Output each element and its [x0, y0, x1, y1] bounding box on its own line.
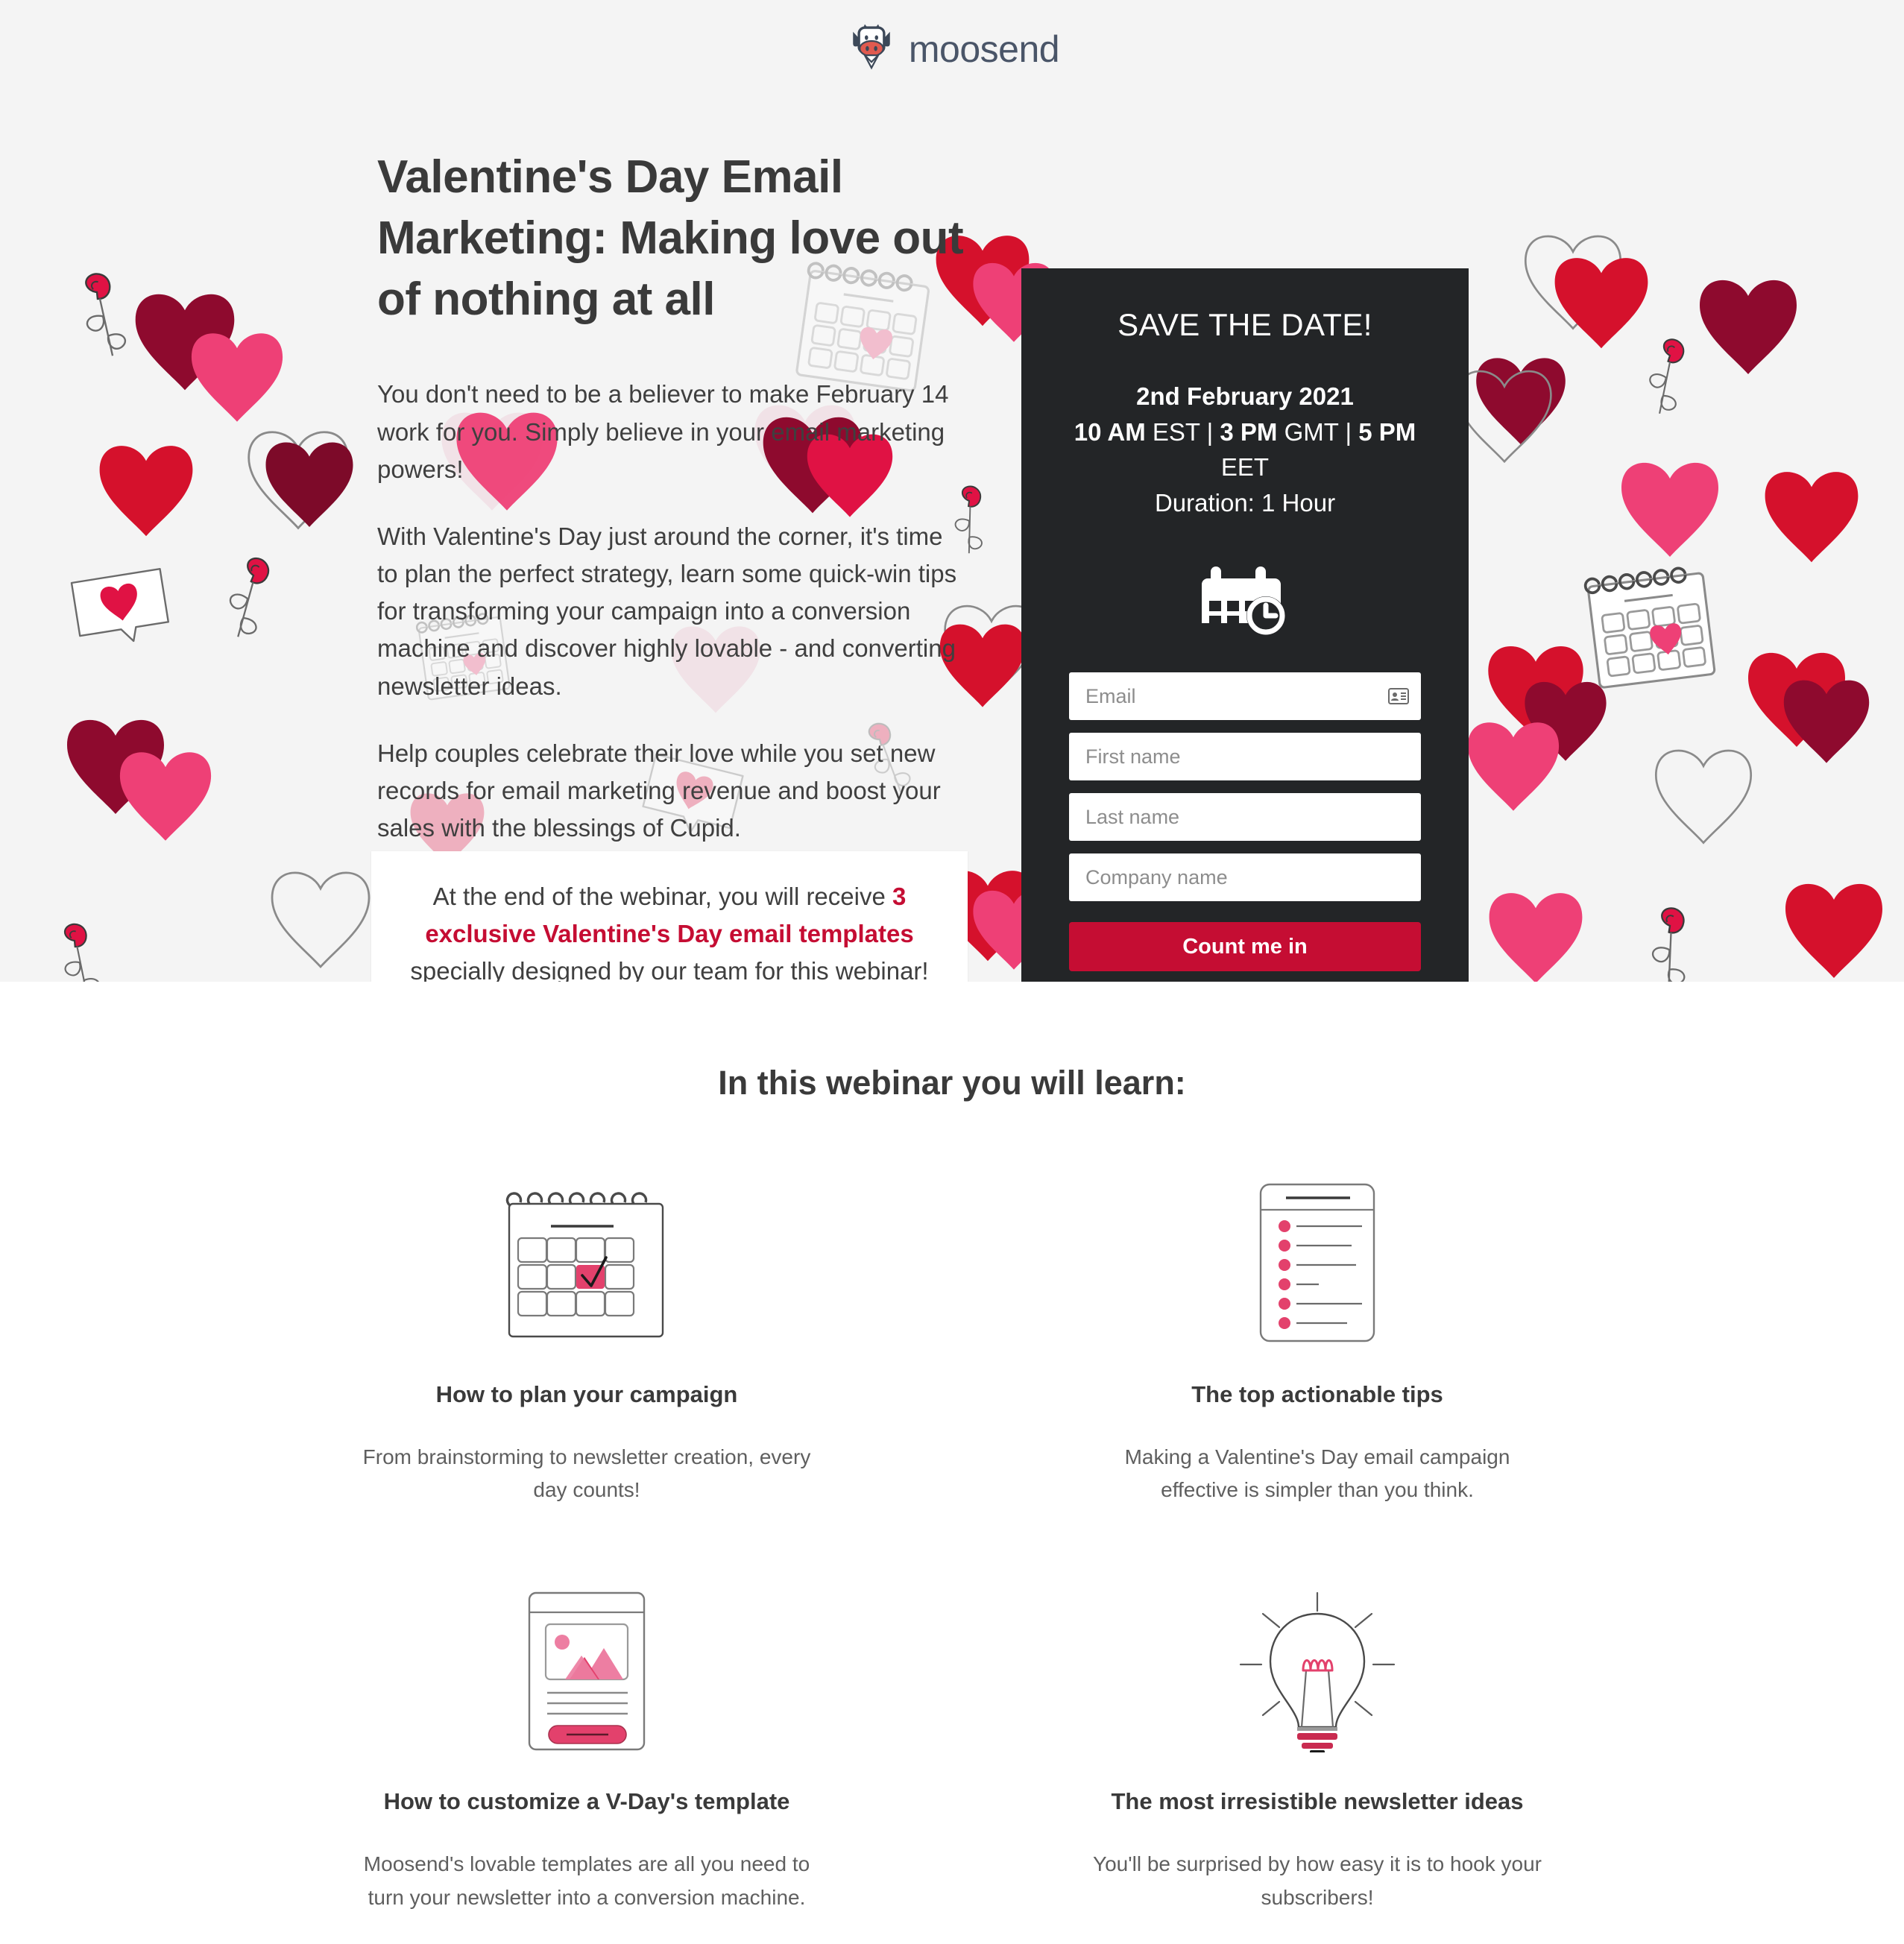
zone-gmt: GMT | — [1277, 417, 1359, 446]
page-title: Valentine's Day Email Marketing: Making … — [377, 151, 964, 325]
company-name-field[interactable] — [1069, 853, 1421, 902]
feature-card-actionable-tips: The top actionable tips Making a Valenti… — [952, 1129, 1683, 1536]
calendar-clock-icon — [1069, 552, 1421, 638]
last-name-field[interactable] — [1069, 793, 1421, 842]
checklist-icon — [1086, 1174, 1548, 1345]
feature-text: From brainstorming to newsletter creatio… — [362, 1445, 811, 1502]
feature-heading: The top actionable tips — [1191, 1381, 1443, 1407]
email-field-wrap[interactable] — [1069, 672, 1421, 721]
time-est: 10 AM — [1074, 417, 1146, 446]
registration-panel: SAVE THE DATE! 2nd February 2021 10 AM E… — [1021, 268, 1469, 982]
last-name-field-wrap[interactable] — [1069, 793, 1421, 842]
hero-copy: Valentine's Day Email Marketing: Making … — [377, 147, 966, 847]
webinar-learn-section: In this webinar you will learn: How to p… — [0, 982, 1904, 1944]
calendar-check-icon — [356, 1174, 818, 1345]
feature-card-plan-campaign: How to plan your campaign From brainstor… — [221, 1129, 952, 1536]
feature-text: Making a Valentine's Day email campaign … — [1124, 1445, 1510, 1502]
hero-paragraph-3: Help couples celebrate their love while … — [377, 739, 941, 842]
moosend-logo[interactable]: moosend — [845, 21, 1060, 78]
newsletter-template-icon — [356, 1581, 818, 1752]
feature-text: You'll be surprised by how easy it is to… — [1093, 1852, 1542, 1909]
hero-paragraph-1: You don't need to be a believer to make … — [377, 380, 949, 483]
time-eet: 5 PM — [1358, 417, 1416, 446]
feature-heading: How to customize a V-Day's template — [383, 1788, 790, 1815]
callout-lead: At the end of the webinar, you will rece… — [432, 883, 892, 910]
count-me-in-button[interactable]: Count me in — [1069, 922, 1421, 972]
feature-heading: The most irresistible newsletter ideas — [1111, 1788, 1524, 1815]
feature-text: Moosend's lovable templates are all you … — [363, 1852, 810, 1909]
lightbulb-icon — [1086, 1581, 1548, 1753]
callout-tail: specially designed by our team for this … — [410, 957, 929, 982]
zone-eet: EET — [1220, 453, 1270, 482]
bonus-callout: At the end of the webinar, you will rece… — [371, 851, 968, 982]
registration-form: Count me in — [1069, 672, 1421, 972]
feature-heading: How to plan your campaign — [435, 1381, 738, 1407]
webinar-times: 10 AM EST | 3 PM GMT | 5 PM EET — [1069, 414, 1421, 485]
time-gmt: 3 PM — [1220, 417, 1278, 446]
feature-card-customize-template: How to customize a V-Day's template Moos… — [221, 1536, 952, 1943]
webinar-duration: Duration: 1 Hour — [1154, 488, 1336, 517]
contact-card-icon[interactable] — [1388, 688, 1409, 705]
webinar-date: 2nd February 2021 — [1136, 382, 1354, 410]
company-name-field-wrap[interactable] — [1069, 853, 1421, 902]
section-heading: In this webinar you will learn: — [718, 1064, 1186, 1102]
feature-card-grid: How to plan your campaign From brainstor… — [221, 1102, 1683, 1944]
first-name-field-wrap[interactable] — [1069, 733, 1421, 781]
first-name-field[interactable] — [1069, 733, 1421, 781]
site-header: moosend — [0, 0, 1904, 98]
email-field[interactable] — [1069, 672, 1421, 721]
hero-section: Valentine's Day Email Marketing: Making … — [0, 98, 1904, 982]
logo-wordmark: moosend — [908, 28, 1060, 70]
panel-title: SAVE THE DATE! — [1118, 307, 1372, 342]
webinar-schedule: 2nd February 2021 10 AM EST | 3 PM GMT |… — [1069, 379, 1421, 520]
hero-paragraph-2: With Valentine's Day just around the cor… — [377, 522, 957, 700]
feature-card-newsletter-ideas: The most irresistible newsletter ideas Y… — [952, 1536, 1683, 1943]
zone-est: EST | — [1145, 417, 1220, 446]
cow-mascot-icon — [845, 21, 898, 78]
